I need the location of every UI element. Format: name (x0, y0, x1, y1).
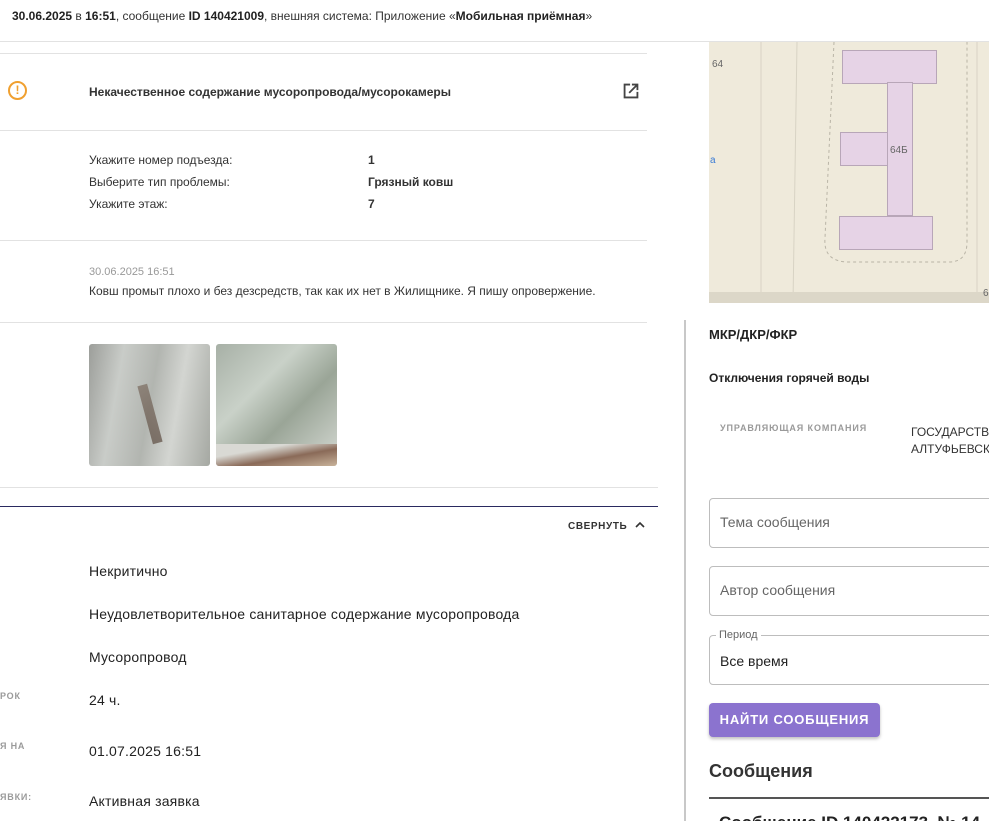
map-label-a: а (710, 155, 716, 166)
due-label: Я НА (0, 741, 26, 751)
message-header-text: 30.06.2025 в 16:51, сообщение ID 1404210… (12, 9, 592, 23)
divider (0, 240, 647, 241)
topic-field[interactable] (709, 498, 989, 548)
map-building (840, 132, 888, 166)
find-messages-button[interactable]: НАЙТИ СООБЩЕНИЯ (709, 703, 880, 737)
map[interactable]: 64 64Б а 6 (709, 42, 989, 303)
header-system-suffix: » (585, 9, 593, 23)
map-building (842, 50, 937, 84)
comment-date: 30.06.2025 16:51 (89, 266, 175, 278)
hot-water-link[interactable]: Отключения горячей воды (709, 371, 869, 385)
message-detail-panel: ! Некачественное содержание мусоропровод… (0, 42, 660, 821)
issue-title: Некачественное содержание мусоропровода/… (89, 85, 451, 99)
map-label-64b: 64Б (890, 145, 908, 156)
open-external-icon[interactable] (620, 80, 642, 102)
divider (0, 487, 658, 488)
author-field[interactable] (709, 566, 989, 616)
map-label-6: 6 (983, 288, 989, 299)
section-divider (0, 506, 658, 507)
category-value: Неудовлетворительное санитарное содержан… (89, 606, 520, 622)
status-label: ЯВКИ: (0, 792, 32, 802)
management-company-label: УПРАВЛЯЮЩАЯ КОМПАНИЯ (720, 423, 868, 433)
period-value: Все время (720, 653, 789, 669)
period-legend: Период (716, 629, 761, 641)
author-input[interactable] (720, 582, 989, 598)
management-company-line-2: АЛТУФЬЕВСК (911, 442, 989, 456)
header-date: 30.06.2025 (12, 9, 73, 23)
topic-input[interactable] (720, 514, 989, 530)
management-company-value: ГОСУДАРСТВ АЛТУФЬЕВСК (911, 424, 989, 458)
due-value: 01.07.2025 16:51 (89, 743, 202, 759)
status-value: Активная заявка (89, 793, 200, 809)
field-label-problem-type: Выберите тип проблемы: (89, 175, 230, 189)
divider (0, 130, 647, 131)
attachment-photo-2[interactable] (216, 344, 337, 466)
map-building (839, 216, 933, 250)
collapse-button[interactable]: СВЕРНУТЬ (568, 521, 645, 532)
field-value-problem-type: Грязный ковш (368, 175, 454, 189)
header-in: в (72, 9, 86, 23)
deadline-value: 24 ч. (89, 692, 121, 708)
sidebar-panel: 64 64Б а 6 МКР/ДКР/ФКР Отключения горяче… (709, 42, 989, 821)
attachment-photo-1[interactable] (89, 344, 210, 466)
message-list-item[interactable]: Сообщение ID 140422173, № 14 (719, 813, 980, 821)
header-message-id: ID 140421009 (188, 9, 264, 23)
chevron-up-icon (635, 521, 645, 528)
header-system-prefix: , внешняя система: Приложение « (264, 9, 456, 23)
header-time: 16:51 (85, 9, 116, 23)
messages-heading: Сообщения (709, 761, 813, 781)
warning-icon: ! (8, 81, 27, 100)
mkr-link[interactable]: МКР/ДКР/ФКР (709, 327, 797, 342)
collapse-label: СВЕРНУТЬ (568, 521, 628, 532)
field-label-entrance: Укажите номер подъезда: (89, 153, 233, 167)
messages-divider (709, 797, 989, 799)
header-message-prefix: , сообщение (115, 9, 189, 23)
panel-divider (684, 320, 686, 821)
management-company-line-1: ГОСУДАРСТВ (911, 425, 989, 439)
divider (0, 322, 647, 323)
criticality-value: Некритично (89, 563, 168, 579)
field-value-floor: 7 (368, 197, 375, 211)
message-header: 30.06.2025 в 16:51, сообщение ID 1404210… (0, 0, 989, 42)
field-label-floor: Укажите этаж: (89, 197, 168, 211)
header-system-name: Мобильная приёмная (455, 9, 586, 23)
field-value-entrance: 1 (368, 153, 375, 167)
object-value: Мусоропровод (89, 649, 187, 665)
comment-text: Ковш промыт плохо и без дезсредств, так … (89, 284, 596, 298)
deadline-label: РОК (0, 691, 21, 701)
period-select[interactable]: Период Все время (709, 629, 989, 685)
divider (0, 53, 647, 54)
map-label-64: 64 (712, 59, 724, 70)
